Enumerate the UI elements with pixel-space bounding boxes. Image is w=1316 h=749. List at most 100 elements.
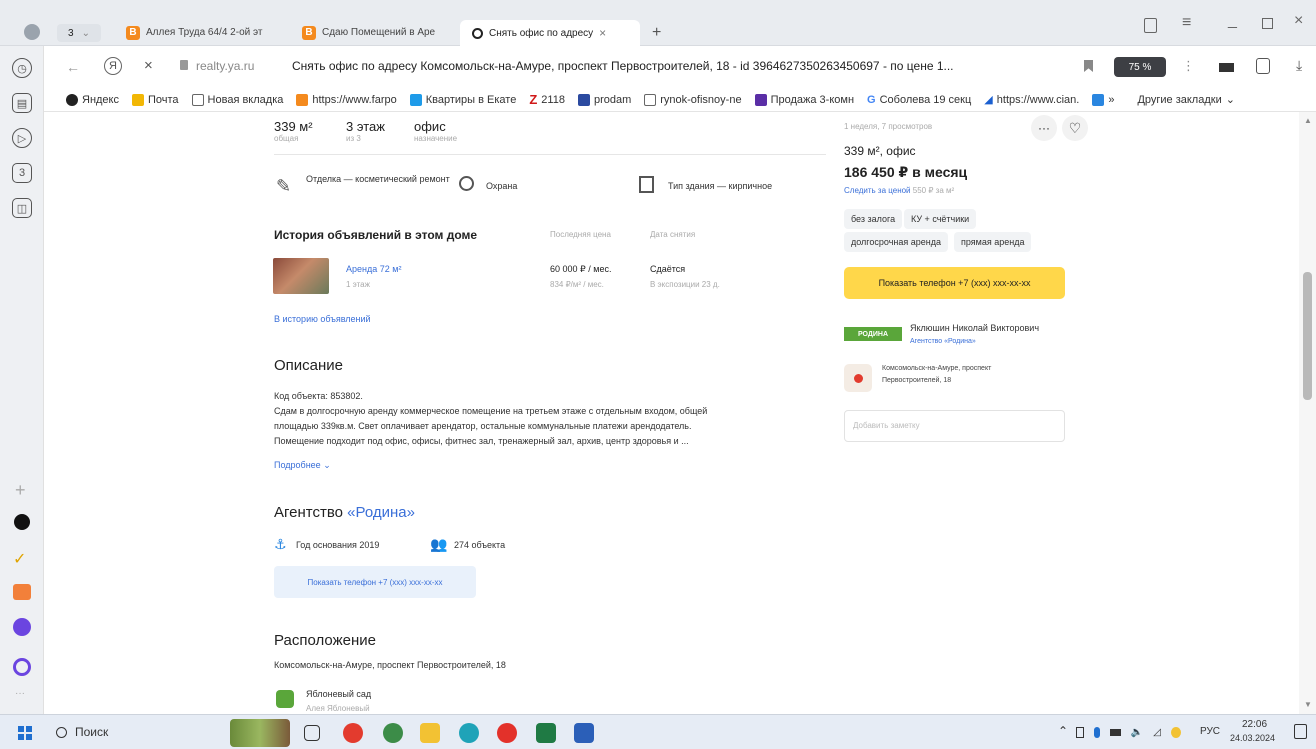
bookmark-extra[interactable]: » [1092,93,1114,106]
search-highlight-image[interactable] [230,719,290,747]
notifications-icon[interactable] [1294,724,1307,739]
windows-start-icon[interactable] [18,726,32,740]
more-vertical-icon[interactable]: ⋮ [1182,58,1195,74]
bookmark-soboleva[interactable]: G Соболева 19 секц [867,94,971,106]
app-leaf-icon[interactable] [383,723,403,743]
map-pin-icon[interactable] [844,364,872,392]
minimize-icon[interactable]: _ [1228,12,1237,30]
bookmark-kvartiry[interactable]: Квартиры в Екате [409,93,516,106]
history-item-title[interactable]: Аренда 72 м² [346,264,401,274]
add-icon[interactable]: + [15,480,26,501]
scroll-down-arrow[interactable]: ▼ [1304,700,1312,709]
screenshot-icon[interactable]: ◫ [12,198,32,218]
extensions-icon[interactable] [1256,58,1270,74]
yandex-y-icon[interactable]: Я [104,57,122,75]
tray-chevron-up-icon[interactable]: ⌃ [1058,724,1068,738]
param-area: 339 м² общая [274,119,313,143]
other-bookmarks[interactable]: Другие закладки ⌄ [1137,93,1235,107]
page-scrollbar[interactable]: ▲ ▼ [1299,112,1316,714]
bookmark-cian[interactable]: ◢ https://www.cian. [984,93,1079,107]
new-tab-button[interactable]: + [652,24,661,42]
tab-1[interactable]: B Аллея Труда 64/4 2-ой эт [126,20,288,45]
agent-name[interactable]: Яклюшин Николай Викторович [910,323,1039,333]
tab-count-icon[interactable]: 3 [12,163,32,183]
battery-icon[interactable] [1219,63,1234,72]
edge-icon[interactable] [459,723,479,743]
mail-icon [132,93,144,106]
scroll-up-arrow[interactable]: ▲ [1304,116,1312,125]
card-address-line2: Первостроителей, 18 [882,377,952,384]
bookmark-farpost[interactable]: https://www.farpo [296,93,397,106]
collections-icon[interactable]: ▤ [12,93,32,113]
bookmark-collection-icon[interactable] [1144,18,1157,33]
description-more-link[interactable]: Подробнее ⌄ [274,460,331,471]
close-tab-icon[interactable]: × [599,26,606,40]
agent-agency-link[interactable]: Агентство «Родина» [910,338,976,345]
chevron-down-icon: ⌄ [81,27,90,39]
bookmark-prodam[interactable]: prodam [577,93,631,106]
app-mail-icon[interactable] [13,584,31,600]
word-icon[interactable] [574,723,594,743]
yandex-icon[interactable] [497,723,517,743]
history-link[interactable]: В историю объявлений [274,314,371,324]
app-wallet-icon[interactable]: ✓ [13,549,26,569]
download-icon[interactable]: ⤓ [1296,57,1302,74]
nearby-name[interactable]: Яблоневый сад [306,689,371,699]
profile-icon[interactable] [24,24,40,40]
url-domain[interactable]: realty.ya.ru [196,59,254,73]
close-window-icon[interactable]: × [1294,12,1303,30]
tab-2[interactable]: B Сдаю Помещений в Аре [302,20,457,45]
app-black-icon[interactable] [14,514,30,530]
tab-3-active[interactable]: Снять офис по адресу × [460,20,640,46]
history-item-price: 60 000 ₽ / мес. [550,264,612,274]
tab-counter-button[interactable]: 3 ⌄ [57,24,101,42]
tray-icons[interactable]: 🔈 ◿ [1076,726,1181,738]
excel-icon[interactable] [536,723,556,743]
tray-mic-icon [1094,726,1100,738]
founded-icon: ⚓ [274,536,287,552]
agency-phone-button[interactable]: Показать телефон +7 (xxx) xxx-xx-xx [274,566,476,598]
bookmark-2118[interactable]: Z 2118 [529,92,565,107]
bookmark-flag-icon[interactable] [1084,60,1093,72]
nearby-sub: Алея Яблоневый [306,704,370,713]
more-options-button[interactable]: ··· [1031,115,1057,141]
menu-icon[interactable]: ≡ [1182,14,1191,32]
card-phone-button[interactable]: Показать телефон +7 (xxx) xxx-xx-xx [844,267,1065,299]
agency-name-link[interactable]: «Родина» [347,504,415,521]
bookmark-yandex[interactable]: Яндекс [66,93,119,106]
zoom-badge[interactable]: 75 % [1114,57,1166,77]
stop-icon[interactable]: × [144,57,153,74]
param-floor: 3 этаж из 3 [346,119,385,143]
windows-taskbar: Поиск ⌃ 🔈 ◿ РУС 22:06 24.03.2024 [0,714,1316,749]
page-icon [191,93,204,106]
more-apps-icon[interactable]: ··· [15,688,25,699]
agency-logo[interactable]: РОДИНА [844,327,902,341]
file-explorer-icon[interactable] [420,723,440,743]
bookmark-rynok[interactable]: rynok-ofisnoy-ne [644,93,742,106]
back-icon[interactable]: ← [66,59,80,75]
history-icon[interactable]: ◷ [12,58,32,78]
tray-time[interactable]: 22:06 [1242,719,1267,730]
app-circle-icon[interactable] [13,658,31,676]
bookmark-mail[interactable]: Почта [132,93,179,106]
url-page-title[interactable]: Снять офис по адресу Комсомольск-на-Амур… [292,59,1072,73]
task-view-icon[interactable] [304,725,320,741]
taskbar-search-box[interactable]: Поиск [48,719,228,745]
maximize-icon[interactable] [1262,18,1273,29]
scrollbar-thumb[interactable] [1303,272,1312,400]
tray-language[interactable]: РУС [1200,726,1220,737]
bookmark-prodazha[interactable]: Продажа 3-комн [754,93,854,106]
yandex-browser-icon[interactable] [343,723,363,743]
bookmark-new-tab[interactable]: Новая вкладка [191,93,283,106]
app-alice-icon[interactable] [13,618,31,636]
favorite-heart-icon[interactable]: ♡ [1062,115,1088,141]
tray-date[interactable]: 24.03.2024 [1230,733,1275,743]
tag-no-deposit: без залога [844,209,903,229]
history-thumbnail[interactable] [273,258,329,294]
history-title: История объявлений в этом доме [274,228,478,242]
note-input-box[interactable]: Добавить заметку [844,410,1065,442]
play-icon[interactable]: ▷ [12,128,32,148]
track-price-link[interactable]: Следить за ценой [844,186,911,195]
search-tab-icon [472,27,483,39]
description-line-2: площадью 339кв.м. Свет оплачивает аренда… [274,421,692,431]
